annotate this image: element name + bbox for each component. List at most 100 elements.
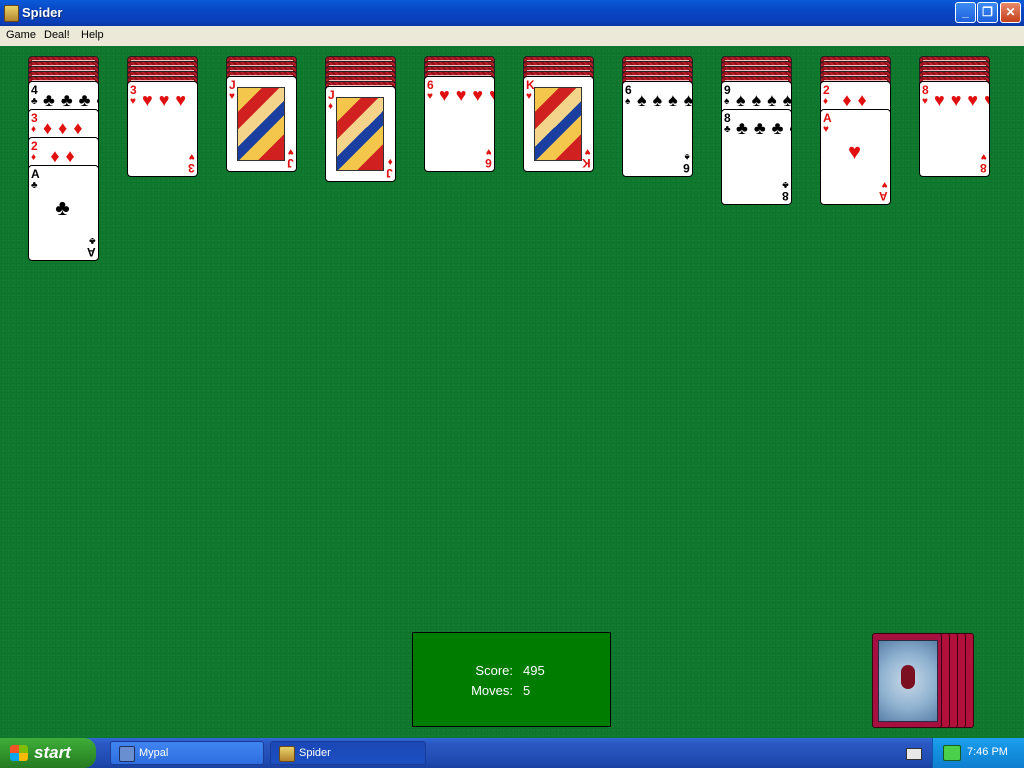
court-card-art (237, 87, 285, 161)
card-faceup[interactable]: 8♣♣♣♣♣♣♣♣♣8♣ (721, 109, 792, 205)
score-value: 495 (523, 663, 545, 678)
card-rank-bottom: A ♣ (87, 235, 96, 259)
card-pips: ♣ (55, 195, 76, 220)
start-label: start (34, 743, 71, 762)
card-rank: 4 ♣ (31, 84, 38, 108)
maximize-button[interactable]: ❐ (977, 2, 998, 23)
spider-task-icon (279, 746, 295, 762)
card-suit-icon: ♣ (31, 180, 38, 191)
mypal-icon (119, 746, 135, 762)
stock-card-front[interactable] (872, 633, 942, 728)
network-icon[interactable] (943, 745, 961, 761)
card-rank-text: J (229, 78, 236, 92)
card-faceup[interactable]: 3 ♥ ♥♥♥ 3 ♥ (127, 81, 198, 177)
card-rank: 2 ♦ (31, 140, 38, 164)
card-suit-icon: ♥ (229, 91, 235, 102)
menu-bar: Game Deal! Help (0, 26, 1024, 47)
card-rank-text: 6 (625, 83, 632, 97)
clock: 7:46 PM (967, 746, 1008, 758)
card-rank-text: J (328, 88, 335, 102)
windows-logo-icon (10, 745, 28, 761)
card-faceup[interactable]: 8♥♥♥♥♥♥♥♥♥8♥ (919, 81, 990, 177)
card-suit-icon: ♥ (922, 96, 928, 107)
menu-deal[interactable]: Deal! (44, 29, 70, 41)
moves-label: Moves: (471, 683, 513, 698)
close-button[interactable]: ✕ (1000, 2, 1021, 23)
card-rank: J ♥ (229, 79, 236, 103)
taskbar-item-label: Mypal (139, 747, 169, 759)
card-faceup[interactable]: J ♦ J ♦ (325, 86, 396, 182)
card-rank-text: A (31, 167, 40, 181)
menu-game[interactable]: Game (6, 29, 36, 41)
card-faceup[interactable]: J ♥ J ♥ (226, 76, 297, 172)
card-rank-text: 8 (922, 83, 929, 97)
menu-help[interactable]: Help (81, 29, 104, 41)
card-suit-icon: ♠ (625, 96, 631, 107)
card-rank-text: 6 (427, 78, 434, 92)
card-rank-bottom: A ♥ (879, 179, 888, 203)
spider-icon (901, 665, 915, 689)
card-rank: 3 ♥ (130, 84, 137, 108)
card-rank-text: 3 (130, 83, 137, 97)
card-pips: ♥ (847, 139, 868, 164)
card-faceup[interactable]: 6♠♠♠♠♠♠♠6♠ (622, 81, 693, 177)
card-faceup[interactable]: K ♥ K ♥ (523, 76, 594, 172)
card-rank-text: 3 (31, 111, 38, 125)
card-rank-bottom: J ♦ (386, 156, 393, 180)
title-bar[interactable]: Spider _ ❐ ✕ (0, 0, 1024, 26)
card-rank-text: 8 (724, 111, 731, 125)
card-suit-icon: ♥ (130, 96, 136, 107)
card-suit-icon: ♦ (823, 96, 829, 107)
card-faceup[interactable]: A ♥ ♥ A ♥ (820, 109, 891, 205)
start-button[interactable]: start (0, 738, 96, 768)
window-title: Spider (22, 5, 63, 20)
card-rank-bottom: 6 ♠ (683, 151, 690, 175)
card-faceup[interactable]: 6♥♥♥♥♥♥♥6♥ (424, 76, 495, 172)
taskbar-item-mypal[interactable]: Mypal (110, 741, 264, 765)
card-suit-icon: ♣ (724, 124, 731, 135)
card-suit-icon: ♥ (427, 91, 433, 102)
card-pips: ♣♣♣♣♣♣♣♣ (736, 118, 791, 138)
card-rank-bottom: J ♥ (287, 146, 294, 170)
taskbar-item-label: Spider (299, 747, 331, 759)
spider-web-icon (878, 640, 938, 722)
card-rank-text: 2 (31, 139, 38, 153)
card-rank: J ♦ (328, 89, 335, 113)
spider-app-icon (4, 5, 19, 22)
card-rank: A ♥ (823, 112, 832, 136)
card-rank: 6 ♥ (427, 79, 434, 103)
card-rank-bottom: 3 ♥ (188, 151, 195, 175)
card-rank-text: 2 (823, 83, 830, 97)
card-rank: 2 ♦ (823, 84, 830, 108)
score-label: Score: (475, 663, 513, 678)
card-rank-bottom: 8 ♥ (980, 151, 987, 175)
card-rank-text: 9 (724, 83, 731, 97)
card-faceup[interactable]: A ♣ ♣ A ♣ (28, 165, 99, 261)
system-tray: 7:46 PM (932, 738, 1024, 768)
score-panel: Score: 495 Moves: 5 (412, 632, 611, 727)
card-pips: ♠♠♠♠♠♠ (637, 90, 692, 110)
card-pips: ♥♥♥♥♥♥ (439, 85, 494, 105)
card-rank: 3 ♦ (31, 112, 38, 136)
card-suit-icon: ♦ (328, 101, 334, 112)
court-card-art (336, 97, 384, 171)
keyboard-icon[interactable] (906, 748, 922, 760)
card-rank-text: A (823, 111, 832, 125)
court-card-art (534, 87, 582, 161)
card-rank: 6 ♠ (625, 84, 632, 108)
card-rank-text: 4 (31, 83, 38, 97)
card-rank-bottom: 6 ♥ (485, 146, 492, 170)
card-pips: ♥♥♥♥♥♥♥♥ (934, 90, 989, 110)
card-rank: A ♣ (31, 168, 40, 192)
moves-value: 5 (523, 683, 531, 698)
minimize-button[interactable]: _ (955, 2, 976, 23)
taskbar: start Mypal Spider 7:46 PM (0, 738, 1024, 768)
card-rank: 9 ♠ (724, 84, 731, 108)
card-rank: 8 ♣ (724, 112, 731, 136)
taskbar-item-spider[interactable]: Spider (270, 741, 426, 765)
card-suit-icon: ♠ (724, 96, 730, 107)
card-rank-bottom: K ♥ (582, 146, 591, 170)
card-suit-icon: ♣ (31, 96, 38, 107)
card-suit-icon: ♦ (31, 124, 37, 135)
card-pips: ♥♥♥ (142, 90, 193, 110)
